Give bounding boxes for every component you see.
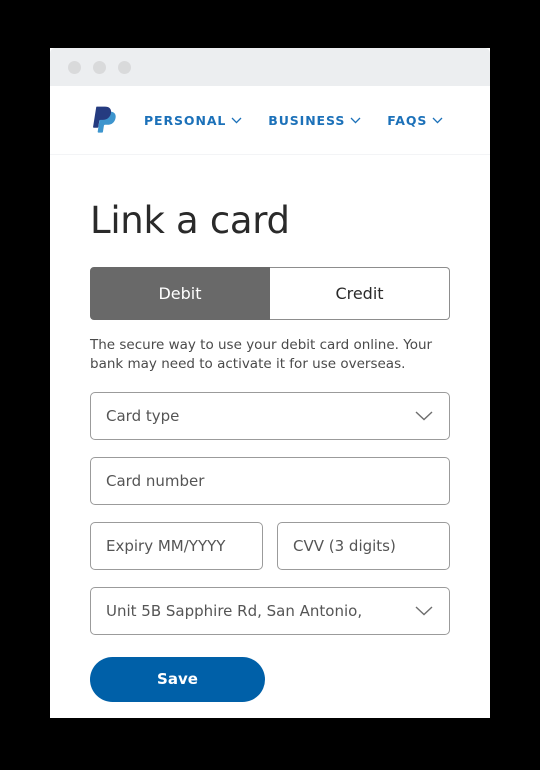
expiry-placeholder: Expiry MM/YYYY — [106, 536, 226, 555]
browser-title-bar — [50, 48, 490, 86]
nav-link-personal[interactable]: PERSONAL — [144, 113, 242, 128]
billing-address-select[interactable]: Unit 5B Sapphire Rd, San Antonio, — [90, 586, 450, 635]
card-number-placeholder: Card number — [106, 471, 205, 490]
billing-address-value: Unit 5B Sapphire Rd, San Antonio, — [106, 601, 363, 620]
chevron-down-icon — [432, 117, 443, 124]
maximize-dot[interactable] — [118, 60, 131, 74]
tab-credit[interactable]: Credit — [270, 266, 450, 320]
nav-link-faqs-label: FAQS — [387, 112, 428, 128]
nav-link-faqs[interactable]: FAQS — [387, 113, 443, 128]
expiry-input[interactable]: Expiry MM/YYYY — [90, 521, 263, 570]
browser-window: PERSONAL BUSINESS FAQS Link a card Debit — [50, 48, 490, 718]
save-button[interactable]: Save — [90, 656, 265, 702]
expiry-cvv-row: Expiry MM/YYYY CVV (3 digits) — [90, 505, 450, 570]
card-kind-toggle: Debit Credit — [90, 266, 450, 320]
close-dot[interactable] — [68, 60, 81, 74]
chevron-down-icon — [415, 606, 433, 616]
chevron-down-icon — [350, 117, 361, 124]
card-number-input[interactable]: Card number — [90, 456, 450, 505]
nav-link-business-label: BUSINESS — [268, 112, 346, 128]
nav-link-business[interactable]: BUSINESS — [268, 113, 361, 128]
nav-link-personal-label: PERSONAL — [144, 112, 227, 128]
page-title: Link a card — [90, 199, 290, 242]
card-kind-description: The secure way to use your debit card on… — [90, 336, 433, 373]
card-type-select[interactable]: Card type — [90, 391, 450, 440]
tab-credit-label: Credit — [335, 283, 384, 303]
tab-debit-label: Debit — [158, 283, 202, 303]
chevron-down-icon — [415, 411, 433, 421]
paypal-logo[interactable] — [90, 103, 120, 137]
minimize-dot[interactable] — [93, 60, 106, 74]
cvv-placeholder: CVV (3 digits) — [293, 536, 396, 555]
cvv-input[interactable]: CVV (3 digits) — [277, 521, 450, 570]
chevron-down-icon — [231, 117, 242, 124]
link-card-form: Link a card Debit Credit The secure way … — [50, 199, 490, 702]
site-navigation-bar: PERSONAL BUSINESS FAQS — [50, 86, 490, 155]
tab-debit[interactable]: Debit — [90, 266, 270, 320]
card-type-value: Card type — [106, 406, 180, 425]
